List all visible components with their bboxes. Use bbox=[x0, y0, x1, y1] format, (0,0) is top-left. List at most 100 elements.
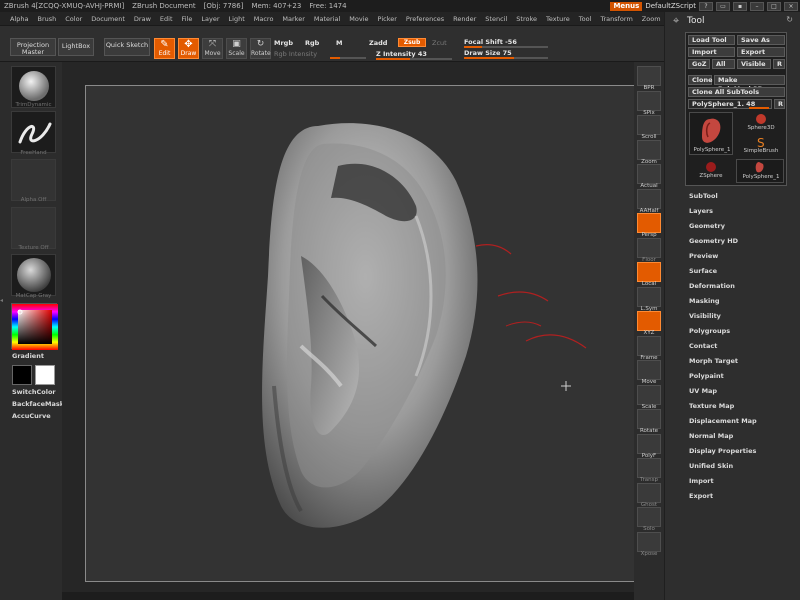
lightbox-button[interactable]: LightBox bbox=[58, 38, 94, 56]
scale-button[interactable]: ▣ Scale bbox=[226, 38, 247, 59]
refresh-icon[interactable]: ↻ bbox=[786, 15, 793, 24]
menu-alpha[interactable]: Alpha bbox=[10, 15, 28, 23]
zadd-toggle[interactable]: Zadd bbox=[369, 39, 387, 47]
shelf-move-button[interactable] bbox=[637, 360, 661, 380]
export-button[interactable]: Export bbox=[737, 47, 785, 57]
shelf-transp-button[interactable] bbox=[637, 458, 661, 478]
goz-all-button[interactable]: All bbox=[712, 59, 735, 69]
shelf-bpr-button[interactable] bbox=[637, 66, 661, 86]
menu-layer[interactable]: Layer bbox=[201, 15, 219, 23]
draw-size-slider[interactable]: Draw Size 75 bbox=[464, 49, 512, 57]
secondary-color-swatch[interactable] bbox=[12, 365, 32, 385]
menu-brush[interactable]: Brush bbox=[37, 15, 56, 23]
tool-menu-subtool[interactable]: SubTool bbox=[689, 192, 718, 200]
tool-menu-visibility[interactable]: Visibility bbox=[689, 312, 721, 320]
shelf-xyz-button[interactable] bbox=[637, 311, 661, 331]
shelf-ghost-button[interactable] bbox=[637, 482, 661, 503]
menu-stroke[interactable]: Stroke bbox=[516, 15, 537, 23]
tool-menu-geometry-hd[interactable]: Geometry HD bbox=[689, 237, 738, 245]
draw-button[interactable]: ✥ Draw bbox=[178, 38, 199, 59]
goz-button[interactable]: GoZ bbox=[688, 59, 710, 69]
make-polymesh-button[interactable]: Make PolyMesh3D bbox=[714, 75, 785, 93]
tool-menu-deformation[interactable]: Deformation bbox=[689, 282, 735, 290]
texture-thumbnail[interactable] bbox=[11, 207, 56, 249]
shelf-frame-button[interactable] bbox=[637, 335, 661, 356]
rgb-intensity-track[interactable] bbox=[330, 57, 366, 59]
menu-zoom[interactable]: Zoom bbox=[642, 15, 661, 23]
goz-r-button[interactable]: R bbox=[773, 59, 785, 69]
menu-transform[interactable]: Transform bbox=[600, 15, 632, 23]
menu-material[interactable]: Material bbox=[314, 15, 340, 23]
menus-button[interactable]: Menus bbox=[610, 1, 643, 11]
rgb-toggle[interactable]: Rgb bbox=[305, 39, 319, 47]
focal-shift-slider[interactable]: Focal Shift -56 bbox=[464, 38, 517, 46]
shelf-actual-button[interactable] bbox=[637, 164, 661, 184]
menu-marker[interactable]: Marker bbox=[282, 15, 304, 23]
shelf-lsym-button[interactable] bbox=[637, 286, 661, 307]
menu-stencil[interactable]: Stencil bbox=[485, 15, 507, 23]
z-intensity-track[interactable] bbox=[376, 58, 452, 60]
menu-texture[interactable]: Texture bbox=[546, 15, 570, 23]
menu-render[interactable]: Render bbox=[453, 15, 476, 23]
menu-file[interactable]: File bbox=[182, 15, 193, 23]
palette-pin-icon[interactable]: ⌖ bbox=[673, 14, 679, 28]
menu-light[interactable]: Light bbox=[229, 15, 245, 23]
shelf-persp-button[interactable] bbox=[637, 213, 661, 233]
tool-menu-morph-target[interactable]: Morph Target bbox=[689, 357, 738, 365]
tool-menu-polygroups[interactable]: Polygroups bbox=[689, 327, 730, 335]
current-tool-r-button[interactable]: R bbox=[774, 99, 785, 109]
viewport-canvas[interactable] bbox=[85, 85, 639, 582]
menu-macro[interactable]: Macro bbox=[254, 15, 274, 23]
close-icon[interactable]: × bbox=[784, 1, 798, 11]
rgb-intensity-slider[interactable]: Rgb Intensity bbox=[274, 50, 317, 58]
switchcolor-button[interactable]: SwitchColor bbox=[12, 388, 56, 396]
projection-master-button[interactable]: Projection Master bbox=[10, 38, 56, 56]
focal-shift-track[interactable] bbox=[464, 46, 548, 48]
rotate-button[interactable]: ↻ Rotate bbox=[250, 38, 271, 59]
tool-menu-normal-map[interactable]: Normal Map bbox=[689, 432, 733, 440]
menu-tool[interactable]: Tool bbox=[579, 15, 592, 23]
tool-menu-layers[interactable]: Layers bbox=[689, 207, 713, 215]
material-thumbnail[interactable] bbox=[11, 254, 56, 296]
edit-button[interactable]: ✎ Edit bbox=[154, 38, 175, 59]
menu-document[interactable]: Document bbox=[91, 15, 125, 23]
layout-icon[interactable]: ▭ bbox=[716, 1, 730, 11]
tool-menu-surface[interactable]: Surface bbox=[689, 267, 717, 275]
tool-thumb-polysphere[interactable]: PolySphere_1 bbox=[689, 112, 733, 155]
quick-sketch-button[interactable]: Quick Sketch bbox=[104, 38, 150, 56]
clone-all-subtools-button[interactable]: Clone All SubTools bbox=[688, 87, 785, 97]
tool-menu-display-properties[interactable]: Display Properties bbox=[689, 447, 756, 455]
shelf-floor-button[interactable] bbox=[637, 237, 661, 258]
accucurve-toggle[interactable]: AccuCurve bbox=[12, 412, 51, 420]
clone-button[interactable]: Clone bbox=[688, 75, 713, 85]
tool-menu-masking[interactable]: Masking bbox=[689, 297, 720, 305]
shelf-spix-button[interactable] bbox=[637, 90, 661, 111]
gradient-toggle[interactable]: Gradient bbox=[12, 352, 44, 360]
script-name[interactable]: DefaultZScript bbox=[645, 2, 696, 10]
shelf-scroll-button[interactable] bbox=[637, 115, 661, 135]
m-toggle[interactable]: M bbox=[336, 39, 342, 47]
left-collapse-handle[interactable]: ◂ bbox=[0, 297, 6, 317]
load-tool-button[interactable]: Load Tool bbox=[688, 35, 735, 45]
draw-size-track[interactable] bbox=[464, 57, 548, 59]
shelf-solo-button[interactable] bbox=[637, 507, 661, 527]
menu-draw[interactable]: Draw bbox=[134, 15, 151, 23]
tool-menu-uv-map[interactable]: UV Map bbox=[689, 387, 717, 395]
save-icon[interactable]: ▪ bbox=[733, 1, 747, 11]
tool-menu-import[interactable]: Import bbox=[689, 477, 714, 485]
shelf-polyf-button[interactable] bbox=[637, 433, 661, 454]
stroke-thumbnail[interactable] bbox=[11, 111, 56, 153]
color-picker[interactable] bbox=[11, 303, 58, 350]
save-as-button[interactable]: Save As bbox=[737, 35, 785, 45]
move-button[interactable]: ⤧ Move bbox=[202, 38, 223, 59]
menu-movie[interactable]: Movie bbox=[349, 15, 368, 23]
tool-menu-unified-skin[interactable]: Unified Skin bbox=[689, 462, 733, 470]
menu-color[interactable]: Color bbox=[65, 15, 82, 23]
tool-menu-texture-map[interactable]: Texture Map bbox=[689, 402, 734, 410]
shelf-rotate-button[interactable] bbox=[637, 409, 661, 429]
shelf-local-button[interactable] bbox=[637, 262, 661, 282]
tool-menu-contact[interactable]: Contact bbox=[689, 342, 717, 350]
help-icon[interactable]: ? bbox=[699, 1, 713, 11]
tool-thumb-simplebrush[interactable]: S SimpleBrush bbox=[736, 135, 786, 157]
current-tool-slider[interactable]: PolySphere_1. 48 bbox=[688, 99, 772, 109]
